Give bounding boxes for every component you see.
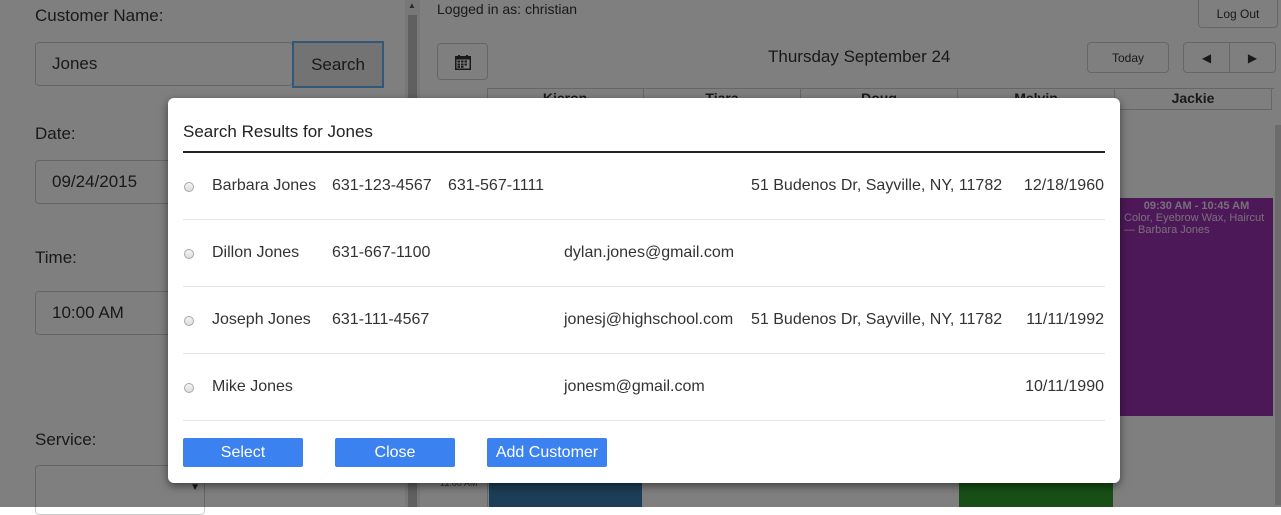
result-radio[interactable] (184, 316, 194, 326)
result-row[interactable]: Dillon Jones 631-667-1100 dylan.jones@gm… (183, 220, 1105, 287)
result-name: Mike Jones (212, 378, 293, 395)
result-row[interactable]: Joseph Jones 631-111-4567 jonesj@highsch… (183, 287, 1105, 354)
result-email: jonesj@highschool.com (564, 311, 734, 328)
result-dob: 11/11/1992 (1026, 311, 1104, 328)
dialog-title: Search Results for Jones (183, 122, 373, 141)
result-radio[interactable] (184, 383, 194, 393)
result-row[interactable]: Barbara Jones 631-123-4567 631-567-1111 … (183, 153, 1105, 220)
result-phone-alt: 631-567-1111 (448, 177, 545, 194)
result-radio[interactable] (184, 182, 194, 192)
result-row[interactable]: Mike Jones jonesm@gmail.com 10/11/1990 (183, 354, 1105, 421)
result-phone: 631-111-4567 (332, 311, 430, 328)
app-root: Customer Name: Jones Search Date: 09/24/… (0, 0, 1281, 515)
result-phone: 631-667-1100 (332, 244, 431, 261)
add-customer-button[interactable]: Add Customer (487, 438, 607, 467)
result-email: dylan.jones@gmail.com (564, 244, 735, 261)
select-button[interactable]: Select (183, 438, 303, 467)
result-name: Dillon Jones (212, 244, 300, 261)
result-email: jonesm@gmail.com (564, 378, 705, 395)
result-name: Barbara Jones (212, 177, 317, 194)
result-phone: 631-123-4567 (332, 177, 432, 194)
result-address: 51 Budenos Dr, Sayville, NY, 11782 (751, 177, 1003, 194)
result-radio[interactable] (184, 249, 194, 259)
close-button[interactable]: Close (335, 438, 455, 467)
result-address: 51 Budenos Dr, Sayville, NY, 11782 (751, 311, 1003, 328)
result-dob: 10/11/1990 (1025, 378, 1104, 395)
result-name: Joseph Jones (212, 311, 311, 328)
result-dob: 12/18/1960 (1023, 177, 1104, 194)
search-results-dialog: Search Results for Jones Barbara Jones 6… (168, 98, 1120, 483)
